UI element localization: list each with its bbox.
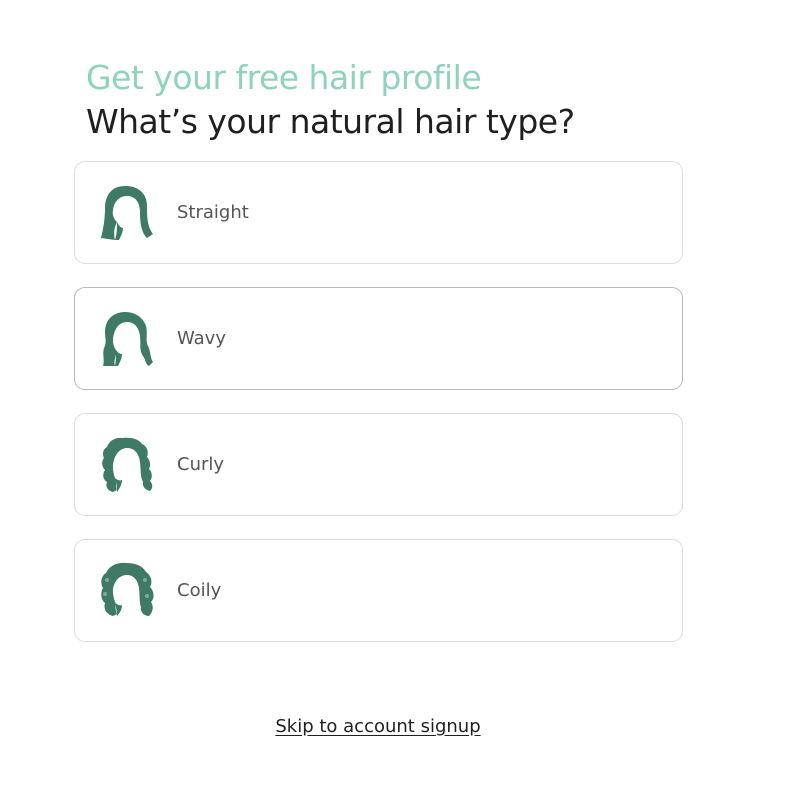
option-label: Curly xyxy=(177,454,225,475)
curly-hair-icon xyxy=(95,434,157,496)
option-coily[interactable]: Coily xyxy=(74,539,683,642)
coily-hair-icon xyxy=(95,560,157,622)
skip-container: Skip to account signup xyxy=(0,716,756,737)
hair-type-options: Straight Wavy Curly Coily xyxy=(74,161,683,665)
option-curly[interactable]: Curly xyxy=(74,413,683,516)
option-label: Straight xyxy=(177,202,249,223)
straight-hair-icon xyxy=(95,182,157,244)
wavy-hair-icon xyxy=(95,308,157,370)
option-label: Coily xyxy=(177,580,222,601)
page-title: What’s your natural hair type? xyxy=(86,102,575,141)
option-label: Wavy xyxy=(177,328,226,349)
hair-profile-page: Get your free hair profile What’s your n… xyxy=(0,0,800,792)
option-straight[interactable]: Straight xyxy=(74,161,683,264)
skip-to-signup-link[interactable]: Skip to account signup xyxy=(275,716,480,737)
page-subtitle: Get your free hair profile xyxy=(86,58,482,97)
option-wavy[interactable]: Wavy xyxy=(74,287,683,390)
